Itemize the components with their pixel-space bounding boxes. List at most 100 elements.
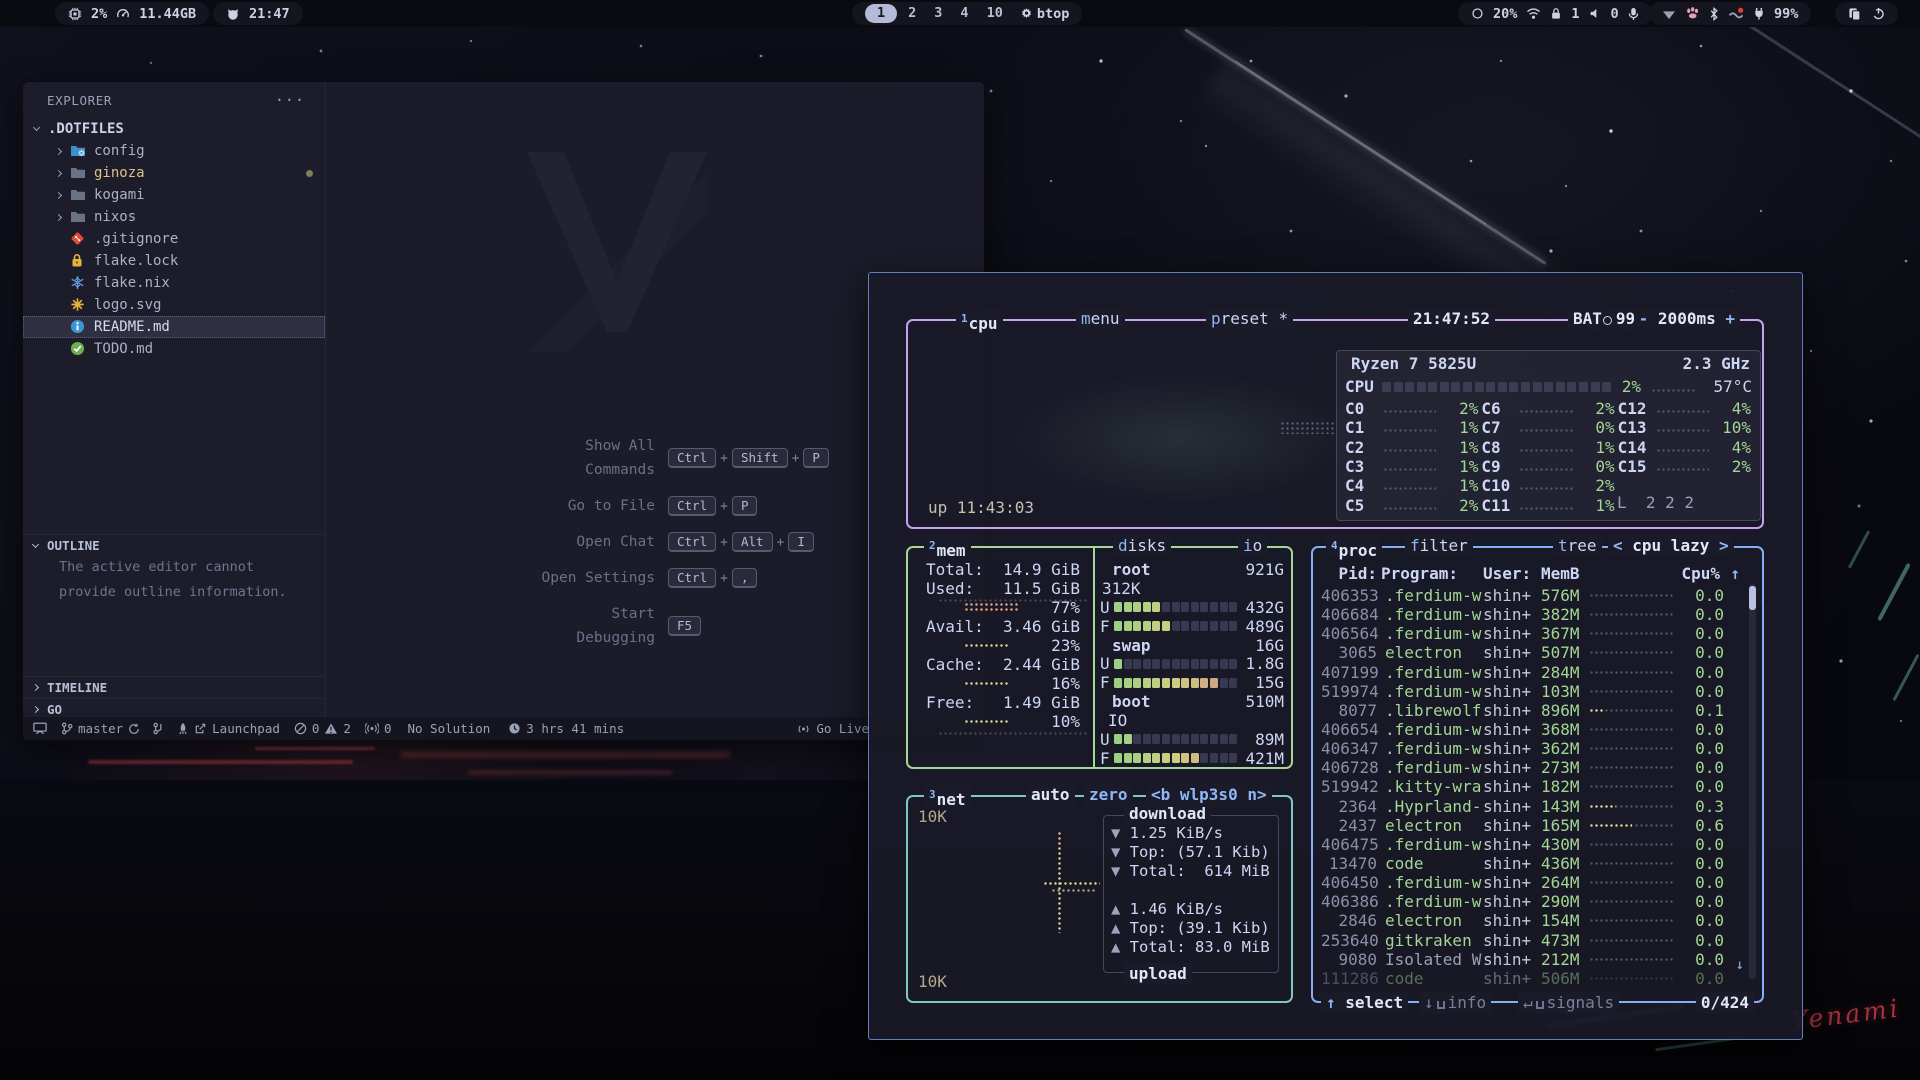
clipboard-icon[interactable] — [1848, 7, 1861, 21]
file-row-TODO.md[interactable]: TODO.md — [23, 338, 325, 360]
special-workspace-label[interactable]: btop — [1037, 6, 1070, 22]
process-row-2364[interactable]: 2364.Hyprland-shin+143M0.3 — [1321, 797, 1740, 816]
process-row-253640[interactable]: 253640gitkrakenshin+473M0.0 — [1321, 931, 1740, 950]
proc-col-header[interactable]: Pid: — [1321, 564, 1381, 583]
sort-selector[interactable]: < cpu lazy > — [1608, 535, 1734, 557]
process-row-111286[interactable]: 111286codeshin+506M0.0 — [1321, 969, 1740, 988]
workspace-button-10[interactable]: 10 — [980, 4, 1010, 23]
process-pid: 406564 — [1321, 624, 1381, 643]
process-row-13470[interactable]: 13470codeshin+436M0.0 — [1321, 854, 1740, 873]
process-row-3065[interactable]: 3065electronshin+507M0.0 — [1321, 643, 1740, 662]
file-row-logo.svg[interactable]: logo.svg — [23, 294, 325, 316]
tray-widget[interactable]: 99% — [1649, 2, 1811, 25]
file-row-.gitignore[interactable]: .gitignore — [23, 228, 325, 250]
scroll-down-arrow[interactable]: ↓ — [1736, 957, 1744, 973]
process-row-406564[interactable]: 406564.ferdium-wshin+367M0.0 — [1321, 624, 1740, 643]
mem-meter — [964, 681, 1010, 686]
launchpad-button[interactable]: Launchpad — [177, 721, 280, 736]
menu-button[interactable]: menu — [1076, 308, 1125, 330]
file-row-nixos[interactable]: nixos — [23, 206, 325, 228]
core-usage: 1% — [1579, 496, 1615, 515]
disk-block — [1220, 659, 1228, 669]
process-row-406450[interactable]: 406450.ferdium-wshin+264M0.0 — [1321, 873, 1740, 892]
git-graph-button[interactable] — [152, 722, 165, 735]
process-row-2437[interactable]: 2437electronshin+165M0.6 — [1321, 816, 1740, 835]
update-interval-control[interactable]: - 2000ms + — [1634, 308, 1740, 330]
disk-block — [1229, 659, 1237, 669]
ports-indicator[interactable]: 0 — [365, 721, 392, 736]
file-row-ginoza[interactable]: ginoza — [23, 162, 325, 184]
process-row-406728[interactable]: 406728.ferdium-wshin+273M0.0 — [1321, 758, 1740, 777]
disk-block — [1210, 659, 1218, 669]
file-row-flake.nix[interactable]: flake.nix — [23, 272, 325, 294]
proc-col-header[interactable]: Program: — [1381, 564, 1483, 583]
process-row-406386[interactable]: 406386.ferdium-wshin+290M0.0 — [1321, 892, 1740, 911]
process-row-406347[interactable]: 406347.ferdium-wshin+362M0.0 — [1321, 739, 1740, 758]
problems-indicator[interactable]: 0 2 — [294, 721, 351, 736]
git-branch-indicator[interactable]: master — [61, 721, 140, 736]
net-stat-text: Top: (39.1 Kib) — [1120, 919, 1269, 937]
disks-tab[interactable]: disks — [1113, 535, 1171, 557]
system-stats-widget[interactable]: 2% 11.44GB — [55, 2, 209, 25]
disk-gauge-label: U — [1100, 730, 1114, 749]
file-name: config — [94, 143, 145, 159]
upload-label: upload — [1124, 963, 1192, 985]
process-pid: 9080 — [1321, 950, 1381, 969]
disk-block — [1191, 734, 1199, 744]
proc-col-header[interactable]: User: — [1483, 564, 1541, 583]
preset-button[interactable]: preset * — [1206, 308, 1293, 330]
status-widget[interactable]: 20% 1 0 — [1458, 2, 1652, 25]
sort-direction-indicator[interactable]: ↑ — [1724, 564, 1740, 583]
solution-indicator[interactable]: No Solution — [407, 721, 490, 736]
proc-scrollbar-thumb[interactable] — [1749, 586, 1756, 610]
explorer-more-button[interactable]: ··· — [275, 91, 305, 109]
file-row-kogami[interactable]: kogami — [23, 184, 325, 206]
tree-root-item[interactable]: .DOTFILES — [23, 118, 325, 140]
remote-window-button[interactable] — [33, 722, 47, 735]
disk-block — [1220, 734, 1228, 744]
filter-button[interactable]: filter — [1405, 535, 1473, 557]
file-row-flake.lock[interactable]: flake.lock — [23, 250, 325, 272]
process-row-9080[interactable]: 9080Isolated Wshin+212M0.0 — [1321, 950, 1740, 969]
workspace-button-1[interactable]: 1 — [865, 4, 897, 23]
worktime-indicator[interactable]: 3 hrs 41 mins — [508, 721, 624, 736]
process-row-8077[interactable]: 8077.librewolfshin+896M0.1 — [1321, 701, 1740, 720]
workspace-button-4[interactable]: 4 — [953, 4, 975, 23]
process-cpu: 0.0 — [1680, 682, 1724, 701]
file-row-config[interactable]: config — [23, 140, 325, 162]
process-row-406654[interactable]: 406654.ferdium-wshin+368M0.0 — [1321, 720, 1740, 739]
tree-button[interactable]: tree — [1553, 535, 1602, 557]
process-cpu-meter — [1589, 899, 1674, 904]
proc-signals-hint[interactable]: ↵signals — [1518, 992, 1619, 1014]
proc-col-header[interactable]: Cpu% — [1680, 564, 1724, 583]
core-meter — [1383, 448, 1436, 453]
process-row-2846[interactable]: 2846electronshin+154M0.0 — [1321, 911, 1740, 930]
workspace-button-3[interactable]: 3 — [927, 4, 949, 23]
net-auto-button[interactable]: auto — [1026, 784, 1075, 806]
power-icon[interactable] — [1872, 7, 1885, 20]
process-row-406684[interactable]: 406684.ferdium-wshin+382M0.0 — [1321, 605, 1740, 624]
process-pid: 3065 — [1321, 643, 1381, 662]
proc-info-hint[interactable]: ↓info — [1419, 992, 1491, 1014]
process-row-406475[interactable]: 406475.ferdium-wshin+430M0.0 — [1321, 835, 1740, 854]
proc-scrollbar-track[interactable] — [1749, 584, 1756, 979]
proc-col-header[interactable] — [1589, 564, 1680, 583]
file-row-README.md[interactable]: README.md — [23, 316, 325, 338]
workspace-button-2[interactable]: 2 — [901, 4, 923, 23]
core-usage: 1% — [1442, 457, 1478, 476]
lock-icon — [70, 253, 86, 269]
timeline-section-header[interactable]: TIMELINE — [23, 676, 325, 698]
disk-block — [1200, 753, 1208, 763]
upload-stats: ▲ 1.46 KiB/s▲ Top: (39.1 Kib)▲ Total: 83… — [1104, 881, 1278, 957]
process-row-519974[interactable]: 519974.ferdium-wshin+103M0.0 — [1321, 682, 1740, 701]
go-live-button[interactable]: Go Live — [796, 721, 869, 736]
process-row-407199[interactable]: 407199.ferdium-wshin+284M0.0 — [1321, 663, 1740, 682]
proc-col-header[interactable]: MemB — [1541, 564, 1589, 583]
process-row-406353[interactable]: 406353.ferdium-wshin+576M0.0 — [1321, 586, 1740, 605]
outline-section-header[interactable]: OUTLINE — [23, 534, 325, 556]
process-row-519942[interactable]: 519942.kitty-wrashin+182M0.0 — [1321, 777, 1740, 796]
io-tab[interactable]: io — [1238, 535, 1267, 557]
disk-block — [1229, 602, 1237, 612]
clock-widget[interactable]: 21:47 — [213, 2, 303, 25]
plus-separator: + — [777, 535, 785, 550]
